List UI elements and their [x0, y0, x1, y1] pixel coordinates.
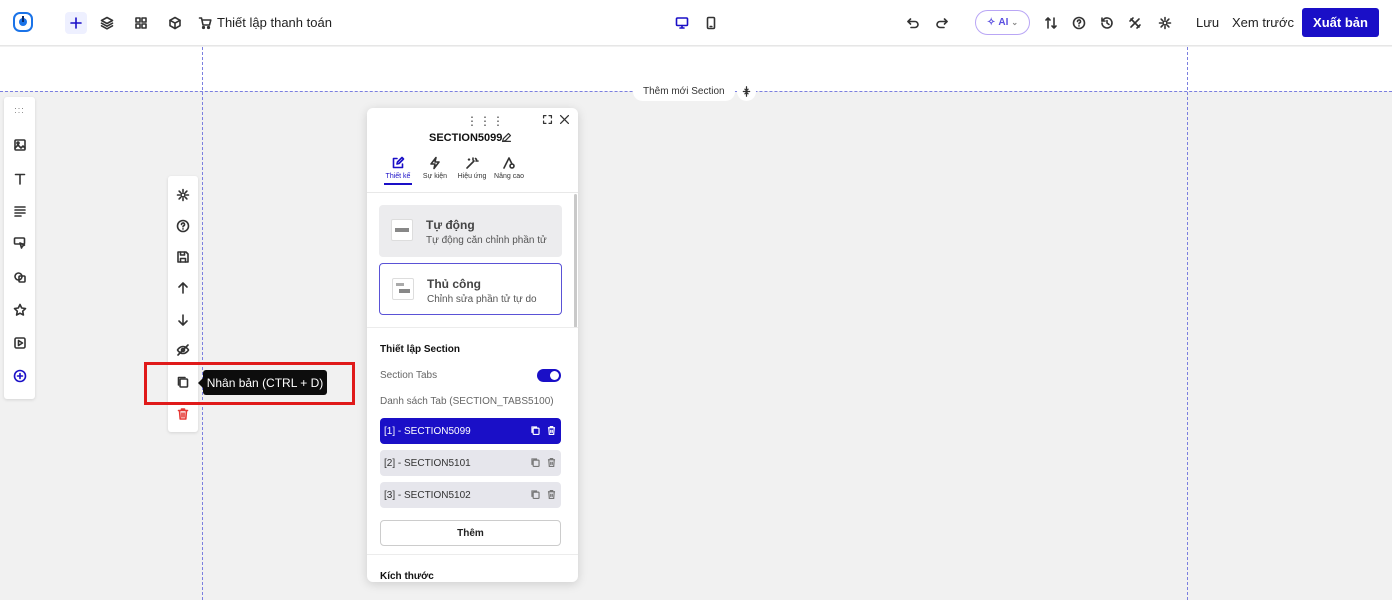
cart-icon[interactable]: [194, 12, 216, 34]
chevron-down-icon: ⌄: [1011, 18, 1019, 27]
desktop-view-icon[interactable]: [671, 12, 693, 34]
tab-advanced-label: Nâng cao: [494, 173, 524, 180]
ai-label: AI: [998, 17, 1009, 28]
section-tabs-toggle[interactable]: [537, 369, 561, 382]
shapes-icon[interactable]: [4, 267, 35, 287]
section-settings-panel: ⋮⋮⋮ SECTION5099 Thiết kế Sự kiện Hiệu ứn…: [367, 108, 578, 582]
section-tabs-label: Section Tabs: [380, 370, 438, 381]
star-icon[interactable]: [4, 300, 35, 320]
mode-auto-subtitle: Tự động căn chỉnh phần tử: [426, 235, 547, 246]
advanced-icon: [492, 156, 526, 170]
video-icon[interactable]: [4, 333, 35, 353]
duplicate-icon[interactable]: [530, 457, 541, 468]
canvas-guide-right: [1187, 47, 1188, 600]
sparkle-icon: ✧: [986, 17, 996, 28]
panel-scrollbar[interactable]: [574, 194, 577, 328]
close-icon[interactable]: [559, 114, 571, 126]
tab-list-label: Danh sách Tab (SECTION_TABS5100): [380, 396, 554, 407]
preview-button[interactable]: Xem trước: [1232, 15, 1294, 30]
magic-wand-icon: [455, 156, 489, 170]
tabs-divider: [367, 192, 578, 193]
layers-icon[interactable]: [96, 12, 118, 34]
settings-icon[interactable]: [168, 185, 198, 205]
duplicate-icon[interactable]: [530, 489, 541, 500]
layout-mode-auto[interactable]: Tự động Tự động căn chỉnh phần tử: [379, 205, 562, 257]
left-toolbar: :::: [4, 97, 35, 399]
image-icon[interactable]: [4, 135, 35, 155]
layout-mode-manual[interactable]: Thủ công Chỉnh sửa phần tử tự do: [379, 263, 562, 315]
add-circle-icon[interactable]: [4, 366, 35, 386]
trash-icon[interactable]: [546, 457, 557, 468]
lightning-icon: [421, 156, 449, 170]
section-divider: [367, 327, 578, 328]
mode-manual-subtitle: Chỉnh sửa phần tử tự do: [427, 294, 537, 305]
sort-settings-icon[interactable]: [1040, 12, 1062, 34]
text-icon[interactable]: [4, 169, 35, 189]
tab-effects[interactable]: Hiệu ứng: [455, 156, 489, 180]
hide-eye-icon[interactable]: [168, 340, 198, 360]
drag-grip-icon[interactable]: :::: [4, 100, 35, 120]
tab-list-item-label: [2] - SECTION5101: [384, 457, 471, 469]
cursor-button-icon[interactable]: [4, 233, 35, 253]
tab-effects-label: Hiệu ứng: [457, 173, 487, 180]
mobile-view-icon[interactable]: [700, 12, 722, 34]
edit-icon: [384, 156, 412, 170]
save-icon[interactable]: [168, 247, 198, 267]
help-icon[interactable]: [1068, 12, 1090, 34]
paragraph-icon[interactable]: [4, 201, 35, 221]
ai-assistant-button[interactable]: ✧ AI ⌄: [975, 10, 1030, 35]
canvas-guide-left: [202, 47, 203, 600]
manual-layout-icon: [392, 278, 414, 300]
auto-layout-icon: [391, 219, 413, 241]
expand-icon[interactable]: [542, 114, 554, 126]
save-button[interactable]: Lưu: [1196, 15, 1219, 30]
publish-button[interactable]: Xuất bản: [1302, 8, 1379, 37]
trash-icon[interactable]: [546, 489, 557, 500]
tab-design[interactable]: Thiết kế: [384, 156, 412, 185]
grid-icon[interactable]: [130, 12, 152, 34]
section-divider: [367, 554, 578, 555]
mode-auto-title: Tự động: [426, 218, 475, 232]
redo-icon[interactable]: [931, 12, 953, 34]
cube-icon[interactable]: [164, 12, 186, 34]
tab-list-item-label: [3] - SECTION5102: [384, 489, 471, 501]
gear-icon[interactable]: [1154, 12, 1176, 34]
undo-icon[interactable]: [902, 12, 924, 34]
add-section-button[interactable]: Thêm mới Section: [633, 82, 735, 101]
tab-list-item[interactable]: [1] - SECTION5099: [380, 418, 561, 444]
tab-list-item[interactable]: [2] - SECTION5101: [380, 450, 561, 476]
move-down-icon[interactable]: [168, 310, 198, 330]
page-title[interactable]: Thiết lập thanh toán: [217, 15, 332, 30]
move-up-icon[interactable]: [168, 278, 198, 298]
tab-list-item-label: [1] - SECTION5099: [384, 425, 471, 437]
size-heading: Kích thước: [380, 571, 434, 582]
panel-drag-handle[interactable]: ⋮⋮⋮: [466, 114, 505, 128]
delete-icon[interactable]: [168, 404, 198, 424]
tab-advanced[interactable]: Nâng cao: [492, 156, 526, 180]
trash-icon[interactable]: [546, 425, 557, 436]
mode-manual-title: Thủ công: [427, 277, 481, 291]
rename-pencil-icon[interactable]: [501, 132, 512, 143]
tab-events[interactable]: Sự kiện: [421, 156, 449, 180]
add-tab-button[interactable]: Thêm: [380, 520, 561, 546]
tab-design-label: Thiết kế: [385, 173, 411, 180]
duplicate-icon[interactable]: [530, 425, 541, 436]
panel-title: SECTION5099: [429, 132, 503, 144]
insert-section-icon[interactable]: [737, 82, 756, 101]
tab-events-label: Sự kiện: [422, 173, 448, 180]
top-bar: Thiết lập thanh toán ✧ AI ⌄ Lưu Xem trướ…: [0, 0, 1392, 46]
tools-icon[interactable]: [1124, 12, 1146, 34]
history-icon[interactable]: [1096, 12, 1118, 34]
tab-list-item[interactable]: [3] - SECTION5102: [380, 482, 561, 508]
app-logo-icon[interactable]: [13, 12, 33, 32]
section-settings-heading: Thiết lập Section: [380, 344, 461, 355]
add-element-button[interactable]: [65, 12, 87, 34]
help-circle-icon[interactable]: [168, 216, 198, 236]
duplicate-tooltip: Nhân bản (CTRL + D): [198, 370, 327, 395]
